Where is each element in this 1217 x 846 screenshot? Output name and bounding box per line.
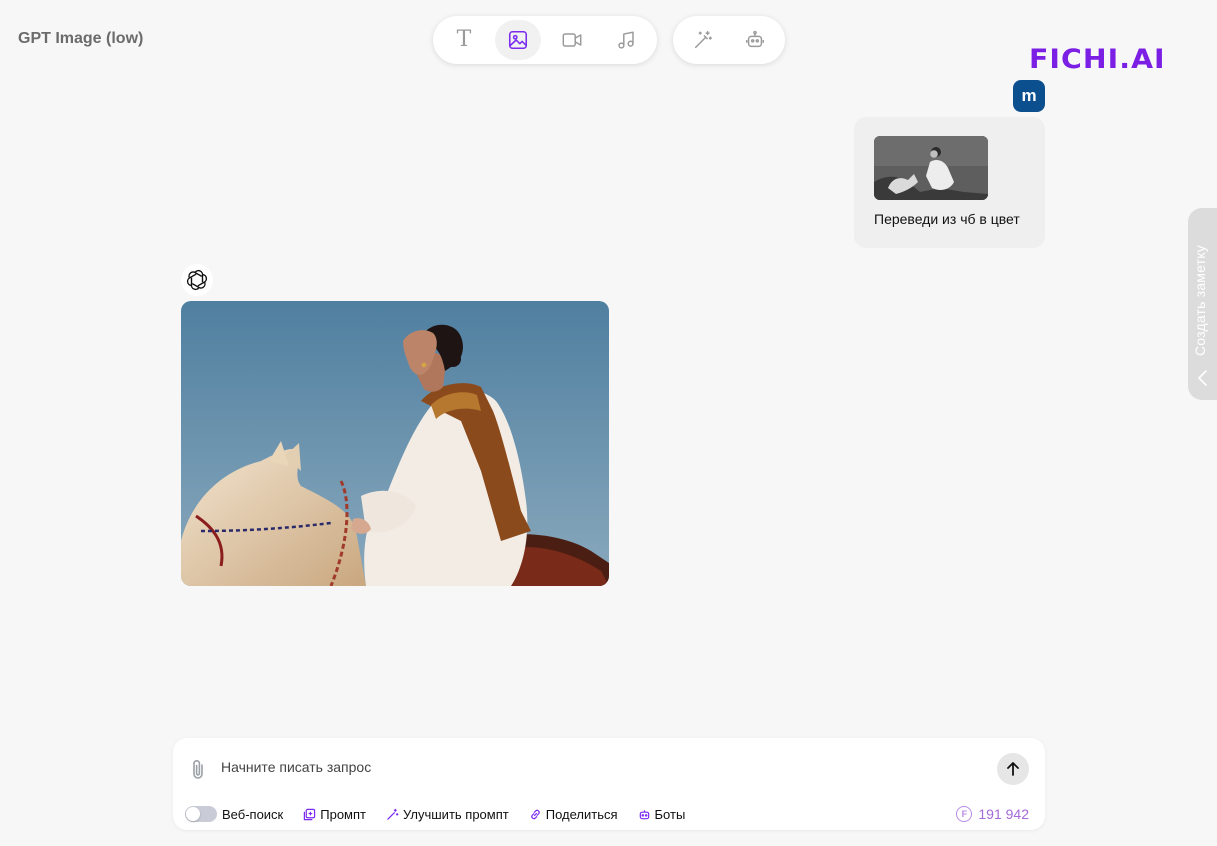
create-note-tab[interactable]: Создать заметку	[1188, 208, 1217, 400]
image-icon	[508, 30, 528, 50]
user-message-text: Переведи из чб в цвет	[874, 211, 1020, 227]
bots-button[interactable]: Боты	[638, 806, 686, 822]
video-icon	[562, 33, 582, 47]
video-mode-button[interactable]	[549, 20, 595, 60]
credits-balance[interactable]: F 191 942	[956, 806, 1029, 822]
model-selector[interactable]: GPT Image (low)	[18, 30, 143, 48]
prompt-label: Промпт	[320, 806, 366, 822]
web-search-switch[interactable]	[185, 806, 217, 822]
arrow-up-icon	[1007, 762, 1019, 776]
share-label: Поделиться	[545, 806, 618, 822]
composer-toolbar: Веб-поиск Промпт Улучшить промпт Поделит…	[185, 804, 686, 824]
robot-icon	[746, 30, 764, 48]
user-attachment-thumbnail[interactable]	[874, 136, 988, 200]
send-button[interactable]	[997, 753, 1029, 785]
text-icon: T	[456, 27, 472, 52]
prompt-button[interactable]: Промпт	[303, 807, 366, 822]
openai-icon	[186, 269, 208, 291]
link-icon	[531, 809, 540, 819]
brand-logo[interactable]: FICHI.AI	[1029, 44, 1166, 75]
coin-icon: F	[956, 806, 973, 822]
image-mode-button[interactable]	[495, 20, 541, 60]
improve-prompt-label: Улучшить промпт	[403, 806, 509, 822]
credits-value: 191 942	[978, 806, 1029, 822]
chevron-left-icon	[1198, 370, 1207, 386]
magic-mode-button[interactable]	[681, 20, 725, 60]
music-icon	[618, 31, 634, 49]
user-avatar: m	[1013, 80, 1045, 112]
assistant-avatar	[181, 264, 213, 296]
bw-photo-image	[874, 136, 988, 200]
share-button[interactable]: Поделиться	[529, 807, 618, 822]
prompt-icon	[304, 808, 316, 820]
user-message: Переведи из чб в цвет	[854, 117, 1045, 248]
bots-mode-button[interactable]	[733, 20, 777, 60]
prompt-input[interactable]	[221, 756, 981, 778]
paperclip-icon[interactable]	[187, 758, 209, 782]
composer: Веб-поиск Промпт Улучшить промпт	[173, 738, 1045, 830]
web-search-toggle[interactable]: Веб-поиск	[185, 806, 283, 822]
mode-toolbar-primary: T	[433, 16, 657, 64]
bots-label: Боты	[654, 806, 686, 822]
music-mode-button[interactable]	[603, 20, 649, 60]
mode-toolbar-secondary	[673, 16, 785, 64]
magic-wand-icon	[387, 808, 399, 820]
robot-icon	[639, 809, 649, 819]
generated-image[interactable]	[181, 301, 609, 586]
improve-prompt-button[interactable]: Улучшить промпт	[386, 807, 509, 822]
magic-wand-icon	[694, 31, 712, 49]
create-note-label: Создать заметку	[1192, 245, 1208, 356]
web-search-label: Веб-поиск	[222, 806, 284, 822]
color-photo-image	[181, 301, 609, 586]
text-mode-button[interactable]: T	[441, 20, 487, 60]
